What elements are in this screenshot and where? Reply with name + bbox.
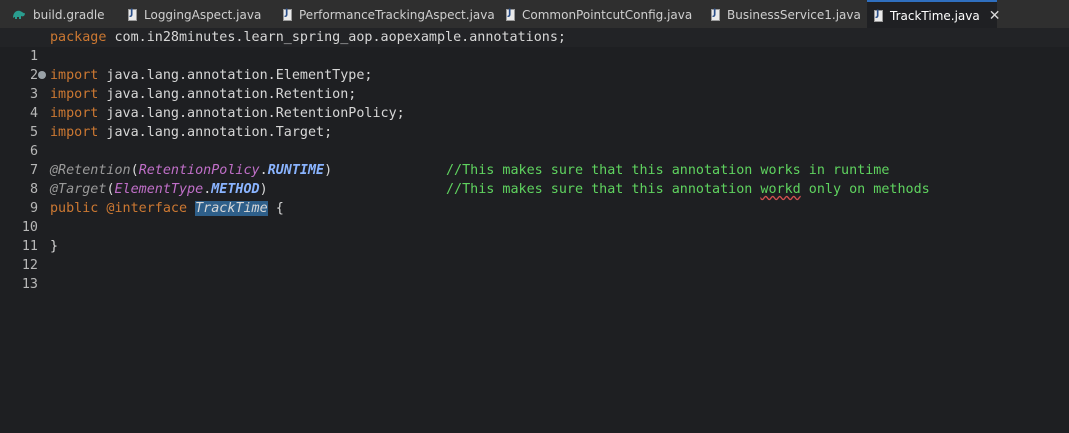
comment: //This makes sure that this annotation w… xyxy=(446,180,930,199)
selected-identifier[interactable]: TrackTime xyxy=(195,201,268,216)
java-file-icon xyxy=(506,8,515,21)
line-code: @Target(ElementType.METHOD) xyxy=(50,180,268,199)
code-editor[interactable]: 1 package com.in28minutes.learn_spring_a… xyxy=(0,28,1069,433)
line-code: import java.lang.annotation.Target; xyxy=(50,123,332,142)
code-line[interactable]: 11 xyxy=(0,218,1069,254)
brace-open: { xyxy=(267,201,284,216)
keyword-interface: @interface xyxy=(98,201,196,216)
line-code: package com.in28minutes.learn_spring_aop… xyxy=(50,28,566,47)
comment: //This makes sure that this annotation w… xyxy=(446,163,890,178)
import-path: java.lang.annotation.ElementType; xyxy=(98,68,373,83)
tab-performance-tracking-aspect[interactable]: PerformanceTrackingAspect.java xyxy=(283,0,495,29)
code-line[interactable]: 12 } xyxy=(0,237,1069,273)
gradle-icon xyxy=(12,9,26,20)
java-file-icon xyxy=(128,8,137,21)
code-line[interactable]: 5 import java.lang.annotation.RetentionP… xyxy=(0,104,1069,140)
tab-business-service1[interactable]: BusinessService1.java xyxy=(711,0,861,29)
annotation-target: @Target xyxy=(50,182,107,197)
paren: ) xyxy=(324,163,333,178)
tab-label: TrackTime.java xyxy=(890,8,980,23)
tab-label: PerformanceTrackingAspect.java xyxy=(299,7,495,22)
java-file-icon xyxy=(711,8,720,21)
code-line[interactable]: 7 xyxy=(0,142,1069,178)
brace-close: } xyxy=(50,239,59,254)
type-retention-policy: RetentionPolicy xyxy=(138,163,260,178)
line-number: 13 xyxy=(21,277,38,292)
keyword-import: import xyxy=(50,87,99,102)
java-file-icon xyxy=(283,8,292,21)
tab-label: BusinessService1.java xyxy=(727,7,861,22)
tab-logging-aspect[interactable]: LoggingAspect.java xyxy=(128,0,268,29)
constant-method: METHOD xyxy=(211,182,260,197)
keyword-package: package xyxy=(50,30,107,45)
tab-track-time[interactable]: TrackTime.java ✕ xyxy=(867,0,1000,29)
type-element-type: ElementType xyxy=(114,182,204,197)
code-line[interactable]: 10 public @interface TrackTime { xyxy=(0,199,1069,235)
comment-part: //This makes sure that this annotation xyxy=(446,182,761,197)
code-line[interactable]: 3 import java.lang.annotation.ElementTyp… xyxy=(0,66,1069,102)
code-line[interactable]: 2 xyxy=(0,47,1069,83)
close-icon[interactable]: ✕ xyxy=(989,9,1001,23)
line-code: import java.lang.annotation.ElementType; xyxy=(50,66,372,85)
paren: ( xyxy=(130,163,139,178)
ide-window: build.gradle LoggingAspect.java Performa… xyxy=(0,0,1069,433)
comment-part: only on methods xyxy=(800,182,930,197)
fold-toggle-icon[interactable] xyxy=(38,71,46,79)
editor-tab-bar: build.gradle LoggingAspect.java Performa… xyxy=(0,0,1069,29)
spelling-error[interactable]: workd xyxy=(760,182,800,197)
code-line[interactable]: 8 @Retention(RetentionPolicy.RUNTIME) //… xyxy=(0,161,1069,197)
constant-runtime: RUNTIME xyxy=(267,163,325,178)
line-code: @Retention(RetentionPolicy.RUNTIME) xyxy=(50,161,332,180)
keyword-import: import xyxy=(50,68,99,83)
tab-build-gradle[interactable]: build.gradle xyxy=(12,0,122,29)
import-path: java.lang.annotation.Retention; xyxy=(98,87,357,102)
line-code: public @interface TrackTime { xyxy=(50,199,284,218)
paren: ) xyxy=(259,182,268,197)
keyword-public: public xyxy=(50,201,99,216)
import-path: java.lang.annotation.RetentionPolicy; xyxy=(98,106,405,121)
tab-label: LoggingAspect.java xyxy=(144,7,262,22)
keyword-import: import xyxy=(50,106,99,121)
paren: ( xyxy=(106,182,115,197)
package-name: com.in28minutes.learn_spring_aop.aopexam… xyxy=(106,30,566,45)
java-file-icon xyxy=(874,9,883,22)
tab-label: build.gradle xyxy=(33,7,105,22)
line-code: import java.lang.annotation.Retention; xyxy=(50,85,356,104)
code-line[interactable]: 6 import java.lang.annotation.Target; xyxy=(0,123,1069,159)
code-line[interactable]: 4 import java.lang.annotation.Retention; xyxy=(0,85,1069,121)
tab-common-pointcut-config[interactable]: CommonPointcutConfig.java xyxy=(506,0,696,29)
dot: . xyxy=(259,163,268,178)
code-line[interactable]: 9 @Target(ElementType.METHOD) //This mak… xyxy=(0,180,1069,216)
code-line[interactable]: 1 package com.in28minutes.learn_spring_a… xyxy=(0,28,1069,64)
tab-label: CommonPointcutConfig.java xyxy=(522,7,693,22)
code-line[interactable]: 13 xyxy=(0,256,1069,292)
annotation-retention: @Retention xyxy=(50,163,131,178)
keyword-import: import xyxy=(50,125,99,140)
import-path: java.lang.annotation.Target; xyxy=(98,125,333,140)
line-code: import java.lang.annotation.RetentionPol… xyxy=(50,104,405,123)
